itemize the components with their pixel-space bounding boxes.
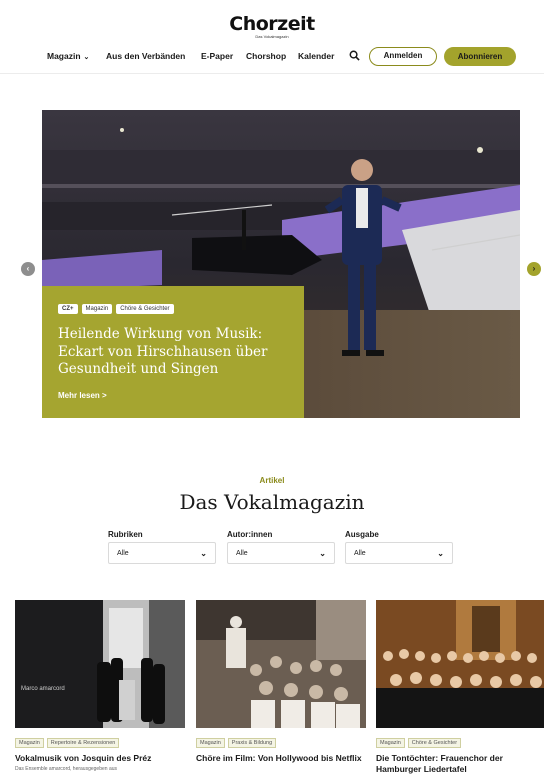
logo-text: Chorzeit xyxy=(229,13,315,35)
rubriken-select[interactable]: Alle ⌄ xyxy=(108,542,216,564)
article-card[interactable]: Marco amarcord Magazin Repertoire & Reze… xyxy=(15,600,185,776)
filter-label: Rubriken xyxy=(108,530,143,539)
article-card[interactable]: Magazin Chöre & Gesichter Die Tontöchter… xyxy=(376,600,544,776)
article-title[interactable]: Die Tontöchter: Frauenchor der Hamburger… xyxy=(376,753,544,775)
chevron-down-icon: ⌄ xyxy=(200,548,207,558)
filter-label: Ausgabe xyxy=(345,530,379,539)
chevron-down-icon: ⌄ xyxy=(319,548,326,558)
hero-slider[interactable]: CZ+ Magazin Chöre & Gesichter Heilende W… xyxy=(42,110,520,418)
hero-card[interactable]: CZ+ Magazin Chöre & Gesichter Heilende W… xyxy=(42,286,304,418)
hero-tags: CZ+ Magazin Chöre & Gesichter xyxy=(58,304,288,314)
nav-item-label: Magazin xyxy=(47,51,81,61)
article-tags: Magazin Praxis & Bildung xyxy=(196,738,366,748)
nav-item-kalender[interactable]: Kalender xyxy=(298,51,334,61)
nav-item-chorshop[interactable]: Chorshop xyxy=(246,51,286,61)
select-value: Alle xyxy=(354,549,366,557)
article-tag[interactable]: Chöre & Gesichter xyxy=(407,738,462,748)
article-tag[interactable]: Magazin xyxy=(15,738,44,748)
chevron-down-icon: ⌄ xyxy=(437,548,444,558)
article-image[interactable]: Marco amarcord xyxy=(15,600,185,728)
autorinnen-select[interactable]: Alle ⌄ xyxy=(227,542,335,564)
main-nav: Magazin ⌄ Aus den Verbänden E-Paper Chors… xyxy=(0,47,544,69)
article-title[interactable]: Vokalmusik von Josquin des Préz xyxy=(15,753,185,764)
article-tag[interactable]: Repertoire & Rezensionen xyxy=(46,738,120,748)
site-logo[interactable]: Chorzeit Das Vokalmagazin xyxy=(0,14,544,39)
article-image[interactable] xyxy=(196,600,366,728)
select-value: Alle xyxy=(117,549,129,557)
select-value: Alle xyxy=(236,549,248,557)
svg-text:Marco amarcord: Marco amarcord xyxy=(21,686,65,692)
filter-rubriken: Rubriken Alle ⌄ xyxy=(108,530,216,564)
chevron-right-icon[interactable]: › xyxy=(527,262,541,276)
tag-magazin[interactable]: Magazin xyxy=(81,304,113,314)
article-excerpt: Das Ensemble amarcord, herausgegeben aus xyxy=(15,766,118,772)
article-tags: Magazin Repertoire & Rezensionen xyxy=(15,738,185,748)
article-image[interactable] xyxy=(376,600,544,728)
subscribe-button[interactable]: Abonnieren xyxy=(444,47,516,66)
article-tag[interactable]: Magazin xyxy=(196,738,225,748)
nav-item-verbaende[interactable]: Aus den Verbänden xyxy=(106,51,185,61)
chevron-down-icon: ⌄ xyxy=(83,54,90,61)
tag-czplus[interactable]: CZ+ xyxy=(58,304,78,314)
search-icon[interactable] xyxy=(349,50,360,61)
logo-tagline: Das Vokalmagazin xyxy=(255,34,289,39)
nav-item-magazin[interactable]: Magazin ⌄ xyxy=(47,51,89,61)
article-title[interactable]: Chöre im Film: Von Hollywood bis Netflix xyxy=(196,753,366,764)
site-header: Chorzeit Das Vokalmagazin Magazin ⌄ Aus d… xyxy=(0,0,544,74)
article-card[interactable]: Magazin Praxis & Bildung Chöre im Film: … xyxy=(196,600,366,776)
article-tags: Magazin Chöre & Gesichter xyxy=(376,738,544,748)
ausgabe-select[interactable]: Alle ⌄ xyxy=(345,542,453,564)
tag-category[interactable]: Chöre & Gesichter xyxy=(116,304,174,314)
read-more-link[interactable]: Mehr lesen > xyxy=(58,391,288,400)
filter-label: Autor:innen xyxy=(227,530,273,539)
filter-ausgabe: Ausgabe Alle ⌄ xyxy=(345,530,453,564)
section-title: Das Vokalmagazin xyxy=(179,490,365,514)
hero-title[interactable]: Heilende Wirkung von Musik: Eckart von H… xyxy=(58,326,294,379)
chevron-left-icon[interactable]: ‹ xyxy=(21,262,35,276)
filter-autorinnen: Autor:innen Alle ⌄ xyxy=(227,530,335,564)
article-tag[interactable]: Praxis & Bildung xyxy=(227,738,277,748)
section-kicker: Artikel xyxy=(259,476,285,485)
login-button[interactable]: Anmelden xyxy=(369,47,437,66)
nav-item-epaper[interactable]: E-Paper xyxy=(201,51,233,61)
article-tag[interactable]: Magazin xyxy=(376,738,405,748)
